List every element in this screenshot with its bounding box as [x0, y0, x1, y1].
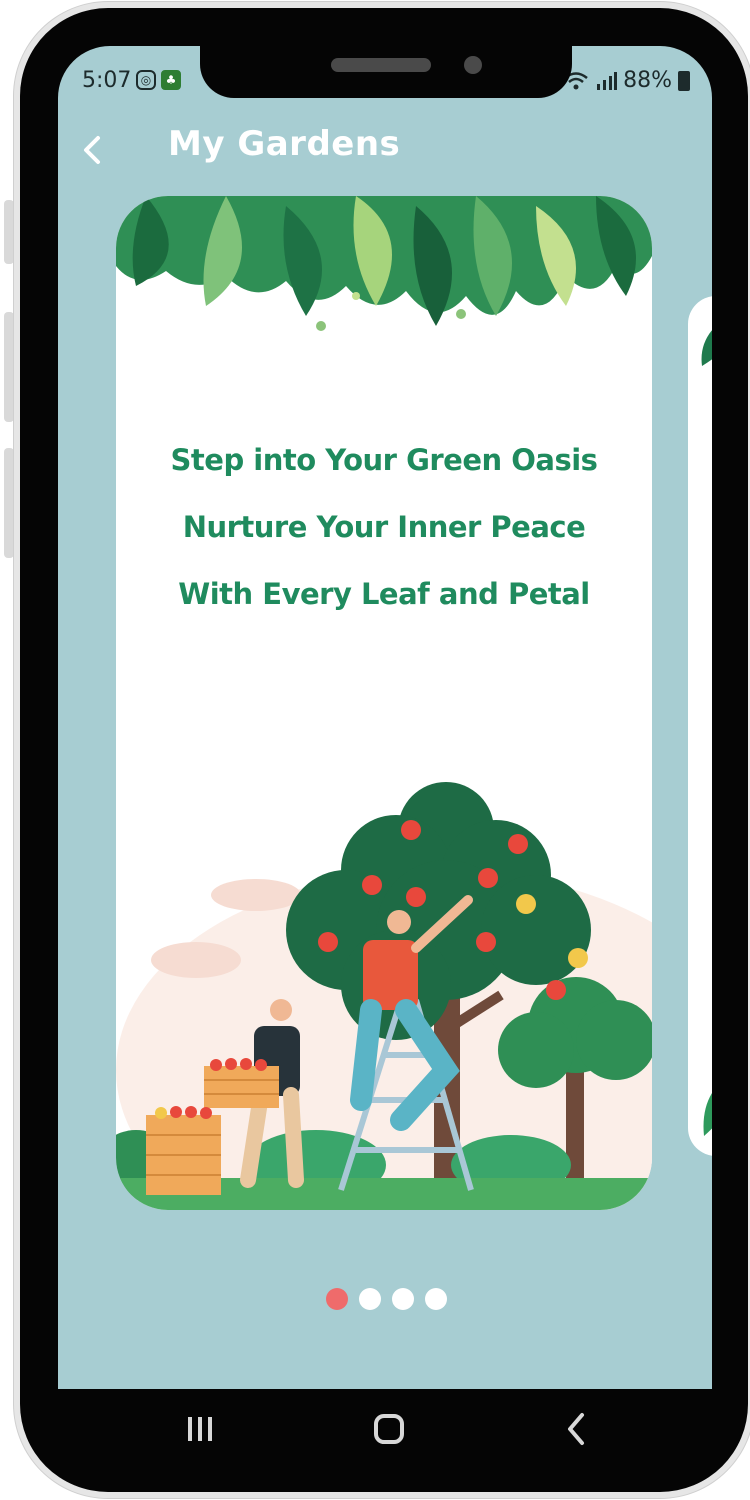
phone-notch — [200, 38, 572, 98]
volume-down-button — [4, 312, 14, 422]
next-slide-peek[interactable] — [688, 296, 712, 1156]
page-dot-3[interactable] — [392, 1288, 414, 1310]
status-right: 88% — [563, 68, 690, 93]
page-dot-2[interactable] — [359, 1288, 381, 1310]
foliage-illustration — [116, 196, 652, 331]
apple-harvest-illustration — [116, 782, 652, 1210]
home-icon[interactable] — [358, 1407, 418, 1451]
leaf-decoration-icon — [701, 330, 712, 1136]
page-dot-1[interactable] — [326, 1288, 348, 1310]
tagline-line-3: With Every Leaf and Petal — [178, 577, 590, 611]
screen: 5:07 ◎ ♣ 88% My Gardens Step into Your G… — [58, 46, 712, 1389]
carousel-page-indicator — [326, 1288, 447, 1310]
volume-up-button — [4, 200, 14, 264]
front-camera — [464, 56, 482, 74]
garden-slide-card[interactable]: Step into Your Green Oasis Nurture Your … — [116, 196, 652, 1210]
back-button[interactable] — [74, 130, 114, 170]
battery-percent: 88% — [623, 68, 672, 93]
chevron-left-icon — [84, 136, 100, 164]
back-icon[interactable] — [546, 1407, 606, 1451]
tagline-line-2: Nurture Your Inner Peace — [182, 510, 586, 544]
recent-apps-icon[interactable] — [170, 1407, 230, 1451]
power-button — [4, 448, 14, 558]
speaker-grille — [331, 58, 431, 72]
battery-charging-icon — [678, 70, 690, 91]
system-nav-bar — [58, 1389, 712, 1465]
page-dot-4[interactable] — [425, 1288, 447, 1310]
apple-icon — [401, 820, 421, 840]
status-left-icons: ◎ ♣ — [136, 70, 181, 90]
page-title: My Gardens — [168, 124, 401, 164]
instagram-icon: ◎ — [136, 70, 156, 90]
plant-app-icon: ♣ — [161, 70, 181, 90]
tagline-line-1: Step into Your Green Oasis — [170, 443, 598, 477]
signal-icon — [597, 71, 618, 90]
status-time: 5:07 — [82, 68, 132, 93]
